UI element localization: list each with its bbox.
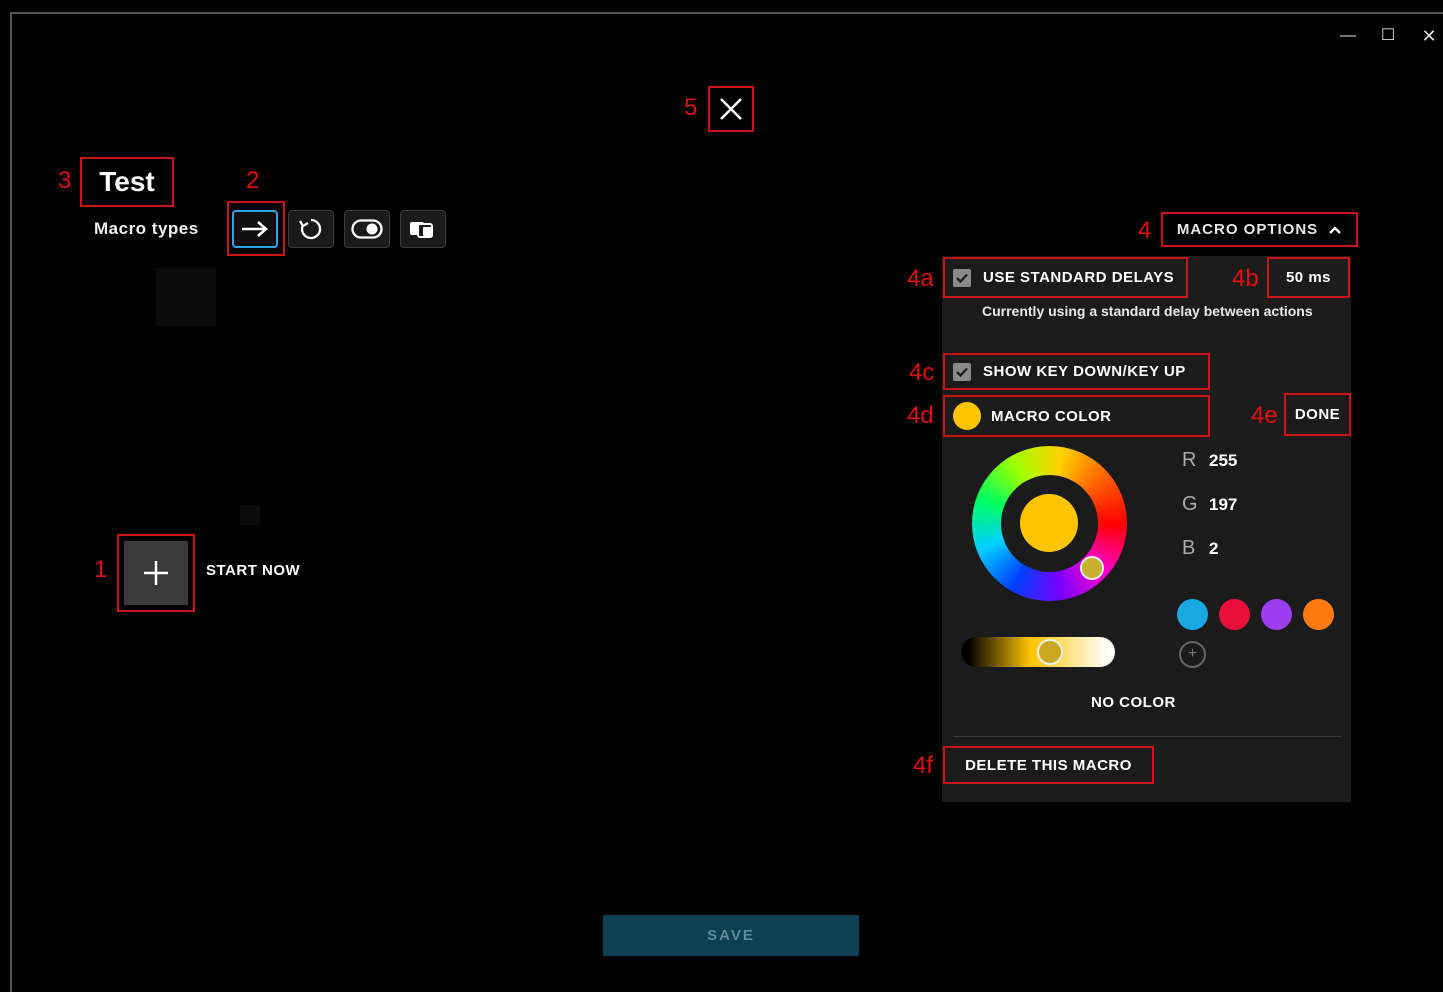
annotation-label: 3: [58, 167, 72, 194]
chevron-up-icon: [1329, 225, 1341, 234]
toggle-icon: [351, 219, 383, 239]
blue-label: B: [1182, 537, 1196, 559]
color-wheel-preview: [1020, 494, 1078, 552]
red-value[interactable]: 255: [1209, 451, 1237, 471]
show-key-down-up-label: SHOW KEY DOWN/KEY UP: [983, 363, 1186, 380]
delete-macro-button[interactable]: DELETE THIS MACRO: [943, 746, 1154, 784]
add-color-icon[interactable]: +: [1179, 641, 1206, 668]
close-icon: [720, 98, 742, 120]
green-value[interactable]: 197: [1209, 495, 1237, 515]
macro-color-label: MACRO COLOR: [991, 407, 1112, 425]
start-now-label: START NOW: [206, 562, 301, 579]
checkmark-icon: [953, 268, 971, 287]
maximize-button[interactable]: ☐: [1374, 22, 1402, 50]
annotation-label: 1: [94, 556, 108, 583]
annotation-label: 4b: [1232, 265, 1259, 292]
blue-value[interactable]: 2: [1209, 539, 1218, 559]
repeat-icon: [299, 218, 322, 240]
dimmed-background-tile: [156, 268, 216, 326]
annotation-label: 4f: [913, 752, 934, 779]
annotation-label: 5: [684, 94, 698, 121]
annotation-label: 2: [246, 167, 260, 194]
annotation-label: 4a: [907, 265, 934, 292]
annotation-label: 4e: [1251, 402, 1278, 429]
dimmed-background-tile: [240, 505, 260, 525]
annotation-label: 4d: [907, 402, 934, 429]
sequence-icon: [410, 222, 433, 238]
brightness-slider-handle[interactable]: [1037, 639, 1063, 665]
save-button[interactable]: SAVE: [603, 915, 859, 956]
checkmark-icon: [953, 362, 971, 381]
preset-color-purple[interactable]: [1261, 599, 1292, 630]
show-key-down-up-checkbox[interactable]: SHOW KEY DOWN/KEY UP: [943, 353, 1210, 390]
macro-type-no-repeat-button[interactable]: [232, 210, 278, 248]
use-standard-delays-label: USE STANDARD DELAYS: [983, 269, 1175, 286]
preset-color-red[interactable]: [1219, 599, 1250, 630]
divider: [953, 736, 1341, 737]
plus-icon: [144, 561, 168, 585]
use-standard-delays-checkbox[interactable]: USE STANDARD DELAYS: [943, 257, 1188, 298]
delay-value: 50 ms: [1285, 269, 1332, 286]
done-label: DONE: [1294, 406, 1341, 423]
start-recording-button[interactable]: [124, 541, 188, 605]
macro-type-toggle-button[interactable]: [344, 210, 390, 248]
no-color-button[interactable]: NO COLOR: [1091, 694, 1176, 711]
macro-color-row[interactable]: MACRO COLOR: [943, 395, 1210, 437]
annotation-label: 4: [1138, 217, 1152, 244]
close-editor-button[interactable]: [708, 86, 754, 132]
delay-value-field[interactable]: 50 ms: [1267, 257, 1350, 298]
macro-types-label: Macro types: [94, 219, 199, 238]
arrow-right-icon: [242, 221, 268, 237]
color-wheel-handle[interactable]: [1080, 556, 1104, 580]
window-close-button[interactable]: ✕: [1415, 22, 1443, 50]
minimize-button[interactable]: —: [1334, 22, 1362, 50]
red-label: R: [1182, 449, 1197, 471]
current-color-swatch: [953, 402, 981, 430]
green-label: G: [1182, 493, 1198, 515]
done-button[interactable]: DONE: [1284, 393, 1351, 436]
macro-name-field[interactable]: Test: [80, 157, 174, 207]
delay-description: Currently using a standard delay between…: [982, 303, 1313, 319]
delete-macro-label: DELETE THIS MACRO: [965, 756, 1132, 774]
preset-color-blue[interactable]: [1177, 599, 1208, 630]
annotation-label: 4c: [909, 359, 935, 386]
macro-type-repeat-button[interactable]: [288, 210, 334, 248]
preset-color-orange[interactable]: [1303, 599, 1334, 630]
macro-options-label: MACRO OPTIONS: [1176, 221, 1319, 238]
macro-options-toggle[interactable]: MACRO OPTIONS: [1161, 212, 1358, 247]
macro-type-sequence-button[interactable]: [400, 210, 446, 248]
